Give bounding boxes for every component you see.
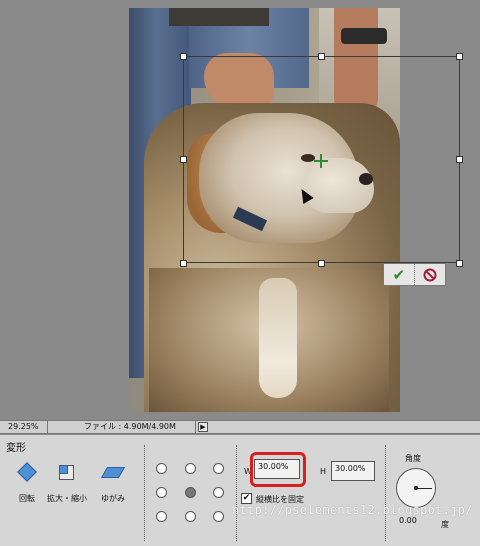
- document-canvas[interactable]: ✔: [0, 0, 480, 420]
- transform-handle-right[interactable]: [456, 156, 463, 163]
- commit-cancel-box: ✔: [383, 263, 446, 286]
- angle-dial[interactable]: [396, 468, 436, 508]
- angle-unit: 度: [441, 520, 449, 529]
- ref-point-top-right[interactable]: [213, 463, 224, 474]
- divider: [144, 445, 145, 541]
- skew-tool-label: ゆがみ: [101, 494, 125, 503]
- cancel-icon: [423, 268, 437, 281]
- skew-icon: [100, 463, 126, 483]
- transform-handle-bottom-right[interactable]: [456, 260, 463, 267]
- skew-tool-button[interactable]: ゆがみ: [88, 463, 138, 504]
- transformed-layer[interactable]: [129, 8, 400, 412]
- dog-eye: [301, 154, 315, 162]
- file-size-info: ファイル : 4.90M/4.90M: [50, 421, 196, 433]
- status-bar: 29.25% ファイル : 4.90M/4.90M ▶: [0, 420, 480, 434]
- ref-point-right[interactable]: [213, 487, 224, 498]
- panel-title: 変形: [6, 443, 26, 454]
- angle-dial-hand: [417, 488, 432, 489]
- transform-handle-left[interactable]: [180, 156, 187, 163]
- status-menu-arrow-icon[interactable]: ▶: [198, 422, 208, 432]
- angle-value[interactable]: 0.00: [399, 516, 417, 525]
- width-input[interactable]: 30.00%: [254, 459, 300, 479]
- transform-handle-top[interactable]: [318, 53, 325, 60]
- tool-options-bar: 変形 回転 拡大・縮小 ゆがみ W 30.00% H 30.00% ✔ 縦横比を…: [0, 435, 480, 546]
- watermark-url: http://pselements12.blogspot.jp/: [232, 503, 473, 517]
- scale-tool-label: 拡大・縮小: [47, 494, 87, 503]
- transform-handle-bottom-left[interactable]: [180, 260, 187, 267]
- angle-label: 角度: [405, 454, 421, 463]
- transform-handle-bottom[interactable]: [318, 260, 325, 267]
- height-label: H: [320, 467, 327, 476]
- ref-point-center[interactable]: [185, 487, 196, 498]
- transform-handle-top-left[interactable]: [180, 53, 187, 60]
- cancel-button[interactable]: [415, 264, 445, 285]
- divider: [385, 445, 386, 541]
- commit-button[interactable]: ✔: [384, 264, 415, 285]
- ref-point-top[interactable]: [185, 463, 196, 474]
- angle-dial-center: [414, 486, 418, 490]
- height-input[interactable]: 30.00%: [331, 461, 375, 481]
- dog-nose: [359, 173, 373, 185]
- ref-point-bottom[interactable]: [185, 511, 196, 522]
- scale-icon: [56, 463, 78, 483]
- ref-point-left[interactable]: [156, 487, 167, 498]
- ref-point-bottom-right[interactable]: [213, 511, 224, 522]
- rotate-tool-label: 回転: [19, 494, 35, 503]
- ref-point-top-left[interactable]: [156, 463, 167, 474]
- divider: [236, 445, 237, 541]
- ref-point-bottom-left[interactable]: [156, 511, 167, 522]
- scale-tool-button[interactable]: 拡大・縮小: [42, 463, 92, 504]
- rotate-icon: [16, 462, 38, 483]
- reference-point-grid: [156, 463, 226, 523]
- transform-pivot-icon[interactable]: [314, 154, 328, 168]
- zoom-level[interactable]: 29.25%: [0, 421, 48, 433]
- transform-handle-top-right[interactable]: [456, 53, 463, 60]
- check-icon: ✔: [392, 265, 406, 284]
